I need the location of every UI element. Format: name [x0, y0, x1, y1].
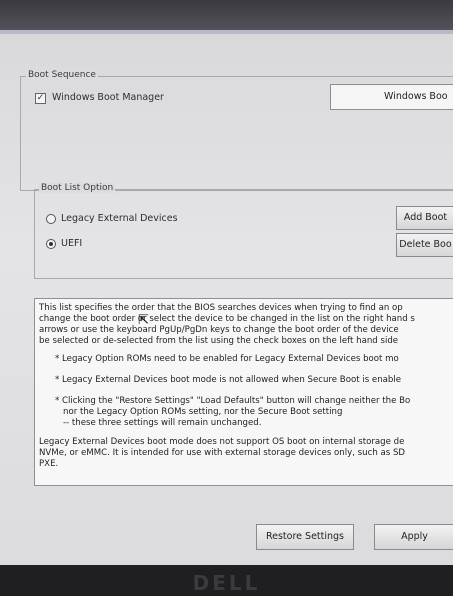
- help-line: This list specifies the order that the B…: [39, 303, 403, 313]
- boot-list-option-group: [34, 189, 453, 279]
- help-bullet: * Clicking the "Restore Settings" "Load …: [55, 396, 411, 406]
- boot-list-option-title: Boot List Option: [39, 183, 116, 193]
- dell-logo: DELL: [192, 571, 261, 595]
- boot-sequence-title: Boot Sequence: [26, 70, 98, 80]
- help-line: Legacy External Devices boot mode does n…: [39, 437, 405, 447]
- legacy-external-devices-label: Legacy External Devices: [61, 213, 178, 224]
- uefi-label: UEFI: [61, 238, 83, 249]
- help-text-panel: This list specifies the order that the B…: [34, 298, 453, 486]
- help-line: PXE.: [39, 459, 59, 469]
- boot-sequence-list-item[interactable]: Windows Boo: [384, 91, 448, 102]
- restore-settings-label: Restore Settings: [265, 531, 345, 542]
- add-boot-option-label: Add Boot: [403, 212, 448, 223]
- help-line: be selected or de-selected from the list…: [39, 336, 399, 346]
- help-line: -- these three settings will remain unch…: [63, 418, 262, 428]
- windows-boot-manager-checkbox[interactable]: ✓: [35, 93, 46, 104]
- monitor-bezel-top: [0, 0, 453, 34]
- boot-sequence-list[interactable]: Windows Boo: [330, 84, 453, 110]
- apply-button[interactable]: Apply: [374, 524, 453, 550]
- help-line: nor the Legacy Option ROMs setting, nor …: [63, 407, 343, 417]
- help-line: NVMe, or eMMC. It is intended for use wi…: [39, 448, 406, 458]
- restore-settings-button[interactable]: Restore Settings: [256, 524, 354, 550]
- help-bullet: * Legacy Option ROMs need to be enabled …: [55, 354, 399, 364]
- uefi-radio[interactable]: [46, 239, 56, 249]
- windows-boot-manager-label: Windows Boot Manager: [52, 92, 164, 103]
- help-line: arrows or use the keyboard PgUp/PgDn key…: [39, 325, 399, 335]
- help-line: change the boot order or select the devi…: [39, 314, 415, 324]
- help-bullet: * Legacy External Devices boot mode is n…: [55, 375, 402, 385]
- apply-label: Apply: [401, 531, 428, 542]
- mouse-cursor-icon: ⇱: [138, 313, 149, 328]
- legacy-external-devices-radio[interactable]: [46, 214, 56, 224]
- delete-boot-option-label: Delete Boo: [399, 239, 452, 250]
- add-boot-option-button[interactable]: Add Boot: [396, 206, 453, 230]
- delete-boot-option-button[interactable]: Delete Boo: [396, 233, 453, 257]
